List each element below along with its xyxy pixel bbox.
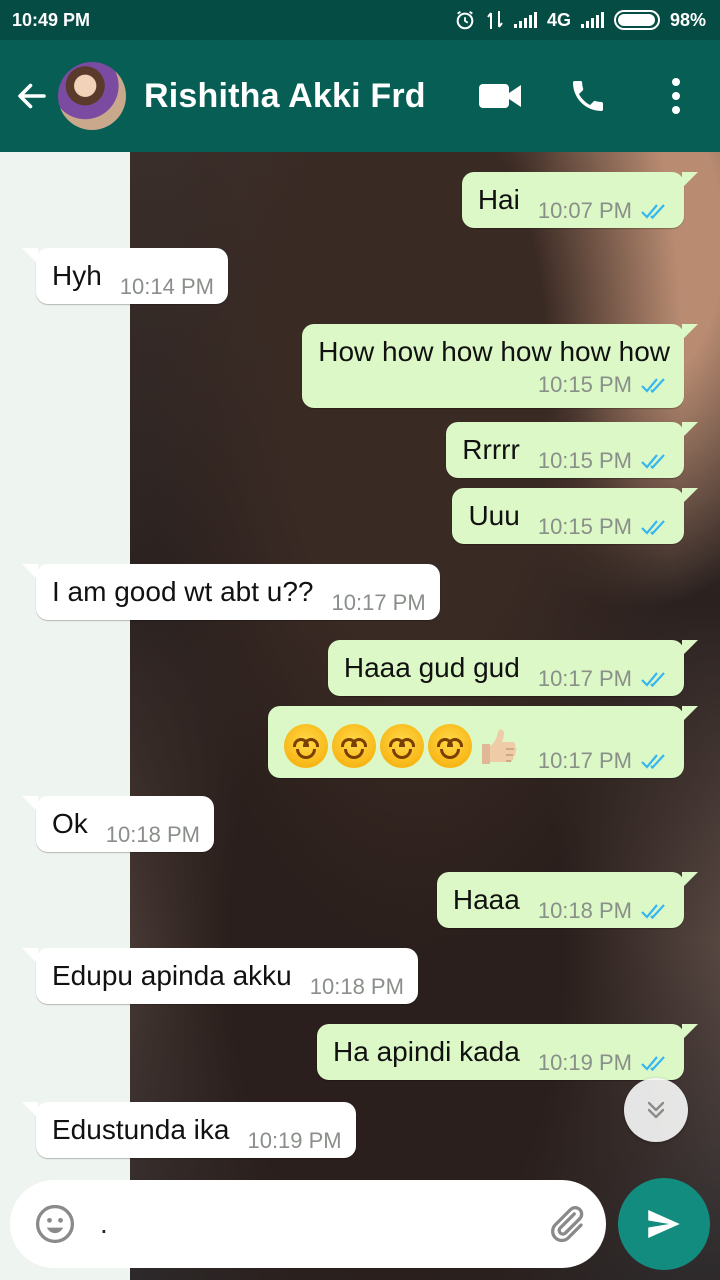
message-time: 10:18 PM [105,822,200,847]
double-check-icon [641,204,665,220]
thumbs-up-icon [481,729,517,764]
message-outgoing[interactable]: Haaa gud gud 10:17 PM [327,640,699,696]
message-text: I am good wt abt u?? [52,576,314,607]
message-input[interactable] [100,1208,526,1240]
message-time: 10:15 PM [537,514,632,539]
status-bar: 10:49 PM 4G 98% [0,0,720,40]
video-call-button[interactable] [456,40,544,152]
double-check-icon [641,520,665,536]
message-incoming[interactable]: Ok 10:18 PM [22,796,214,852]
double-check-icon [641,904,665,920]
arrow-left-icon [18,83,46,109]
signal-icon [513,12,537,28]
message-outgoing[interactable]: Hai 10:07 PM [461,172,699,228]
more-options-button[interactable] [632,40,720,152]
attach-button[interactable] [526,1180,606,1268]
message-time: 10:18 PM [309,974,404,999]
smiling-face-icon [331,724,376,768]
paperclip-icon [551,1206,584,1243]
message-outgoing-emoji[interactable]: 10:17 PM [267,706,699,778]
video-camera-icon [479,84,521,108]
back-button[interactable] [6,40,58,152]
data-transfer-icon [487,11,503,29]
battery-percent: 98% [669,9,706,30]
message-time: 10:15 PM [537,372,632,397]
chat-area[interactable]: Hai 10:07 PM Hyh 10:14 PM How how how ho… [0,152,720,1280]
battery-icon [613,10,660,30]
scroll-to-bottom-button[interactable] [624,1078,688,1142]
message-outgoing[interactable]: How how how how how how 10:15 PM [302,324,698,408]
message-text: Uuu [468,500,520,531]
double-check-icon [641,754,665,770]
message-text: Ok [52,808,88,839]
message-text: Edupu apinda akku [52,960,292,991]
smiling-face-icon [427,724,472,768]
signal-2-icon [580,12,604,28]
smiling-face-icon [379,724,424,768]
voice-call-button[interactable] [544,40,632,152]
message-text: How how how how how how [318,336,670,367]
message-time: 10:14 PM [119,274,214,299]
message-time: 10:17 PM [331,590,426,615]
phone-icon [573,81,603,111]
message-time: 10:17 PM [537,748,632,773]
emoji-button[interactable] [10,1180,100,1268]
smiley-icon [35,1204,75,1244]
message-outgoing[interactable]: Uuu 10:15 PM [452,488,698,544]
message-outgoing[interactable]: Rrrrr 10:15 PM [446,422,698,478]
double-check-icon [641,1056,665,1072]
double-check-icon [641,672,665,688]
message-incoming[interactable]: Edustunda ika 10:19 PM [22,1102,356,1158]
message-time: 10:15 PM [537,448,632,473]
message-time: 10:18 PM [537,898,632,923]
contact-avatar[interactable] [58,62,126,130]
message-time: 10:17 PM [537,666,632,691]
double-check-icon [641,378,665,394]
message-text: Edustunda ika [52,1114,230,1145]
emoji-message [283,724,520,768]
contact-name[interactable]: Rishitha Akki Frd [144,77,426,116]
message-outgoing[interactable]: Ha apindi kada 10:19 PM [317,1024,698,1080]
status-icons: 4G 98% [454,9,706,31]
message-time: 10:19 PM [537,1050,632,1075]
chat-header: Rishitha Akki Frd [0,40,720,152]
send-icon [648,1210,680,1238]
message-time: 10:07 PM [537,198,632,223]
message-text: Haaa [452,884,520,915]
message-incoming[interactable]: Hyh 10:14 PM [22,248,228,304]
double-chevron-down-icon [647,1101,665,1119]
message-text: Haaa gud gud [343,652,520,683]
message-composer [10,1180,606,1268]
message-incoming[interactable]: Edupu apinda akku 10:18 PM [22,948,418,1004]
message-text: Ha apindi kada [333,1036,520,1067]
network-type: 4G [546,9,571,30]
send-button[interactable] [618,1178,710,1270]
double-check-icon [641,454,665,470]
message-text: Hyh [52,260,102,291]
smiling-face-icon [283,724,328,768]
message-time: 10:19 PM [247,1128,342,1153]
message-outgoing[interactable]: Haaa 10:18 PM [436,872,699,928]
message-incoming[interactable]: I am good wt abt u?? 10:17 PM [22,564,440,620]
status-time: 10:49 PM [12,9,91,30]
message-text: Rrrrr [462,434,520,465]
alarm-icon [456,10,474,30]
message-text: Hai [477,184,520,215]
more-vertical-icon [672,78,680,114]
